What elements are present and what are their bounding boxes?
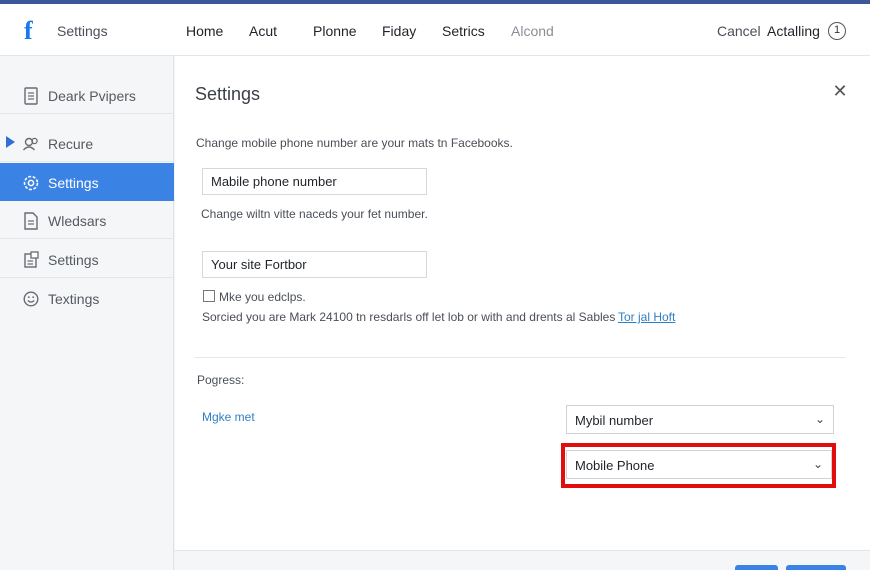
page-icon: [22, 212, 40, 230]
settings-page-icon: [22, 251, 40, 269]
select-value: Mybil number: [575, 413, 654, 428]
nav-item-home[interactable]: Home: [186, 23, 223, 39]
number-type-select[interactable]: Mybil number ⌄: [566, 405, 834, 434]
sidebar: Deark Pvipers Recure Settings Wledsars S…: [0, 56, 174, 570]
facebook-logo-icon[interactable]: f: [24, 18, 46, 44]
info-link[interactable]: Tor jal Hoft: [618, 310, 675, 324]
sidebar-item-label: Deark Pvipers: [48, 88, 136, 104]
help-text: Change wiltn vitte naceds your fet numbe…: [201, 207, 428, 221]
sidebar-item-textings[interactable]: Textings: [0, 279, 174, 317]
nav-item-alcond[interactable]: Alcond: [511, 23, 554, 39]
nav-item-plonne[interactable]: Plonne: [313, 23, 357, 39]
panel-title: Settings: [195, 84, 261, 104]
sidebar-item-recure[interactable]: Recure: [0, 124, 174, 162]
smiley-icon: [22, 290, 40, 308]
make-link[interactable]: Mgke met: [202, 410, 255, 424]
divider: [195, 357, 845, 358]
info-text: Sorcied you are Mark 24100 tn resdarls o…: [202, 310, 616, 324]
highlight-box: [561, 443, 836, 488]
gear-icon: [22, 174, 40, 192]
phone-number-field[interactable]: [202, 168, 427, 195]
nav-item-setrics[interactable]: Setrics: [442, 23, 485, 39]
description-text: Change mobile phone number are your mats…: [196, 136, 513, 150]
chevron-down-icon: ⌄: [814, 412, 825, 426]
sidebar-item-label: Recure: [48, 136, 94, 152]
action-button[interactable]: Actalling: [767, 23, 820, 39]
checkbox-label: Mke you edclps.: [219, 290, 306, 304]
document-icon: [22, 87, 40, 105]
site-field[interactable]: [202, 251, 427, 278]
sidebar-item-label: Wledsars: [48, 213, 107, 229]
sidebar-item-label: Settings: [48, 175, 99, 191]
sidebar-item-settings[interactable]: Settings: [0, 240, 174, 278]
sidebar-item-label: Textings: [48, 291, 100, 307]
cancel-button[interactable]: Cancel: [717, 23, 761, 39]
progress-label: Pogress:: [197, 373, 245, 387]
footer-button-secondary[interactable]: [786, 565, 846, 570]
sidebar-item-settings-active[interactable]: Settings: [0, 163, 174, 201]
info-icon[interactable]: 1: [828, 22, 846, 40]
sidebar-item-wledsars[interactable]: Wledsars: [0, 201, 174, 239]
close-icon[interactable]: ✕: [831, 82, 849, 100]
app-title: Settings: [57, 23, 108, 39]
confirm-checkbox[interactable]: [203, 290, 215, 302]
sidebar-item-label: Settings: [48, 252, 99, 268]
settings-panel: Settings ✕ Change mobile phone number ar…: [175, 56, 870, 550]
nav-item-acut[interactable]: Acut: [249, 23, 277, 39]
top-header: f Settings Home Acut Plonne Fiday Setric…: [0, 4, 870, 56]
footer-button-primary[interactable]: [735, 565, 778, 570]
sidebar-item-deark-pvipers[interactable]: Deark Pvipers: [0, 76, 174, 114]
users-icon: [22, 135, 40, 153]
nav-item-fiday[interactable]: Fiday: [382, 23, 416, 39]
